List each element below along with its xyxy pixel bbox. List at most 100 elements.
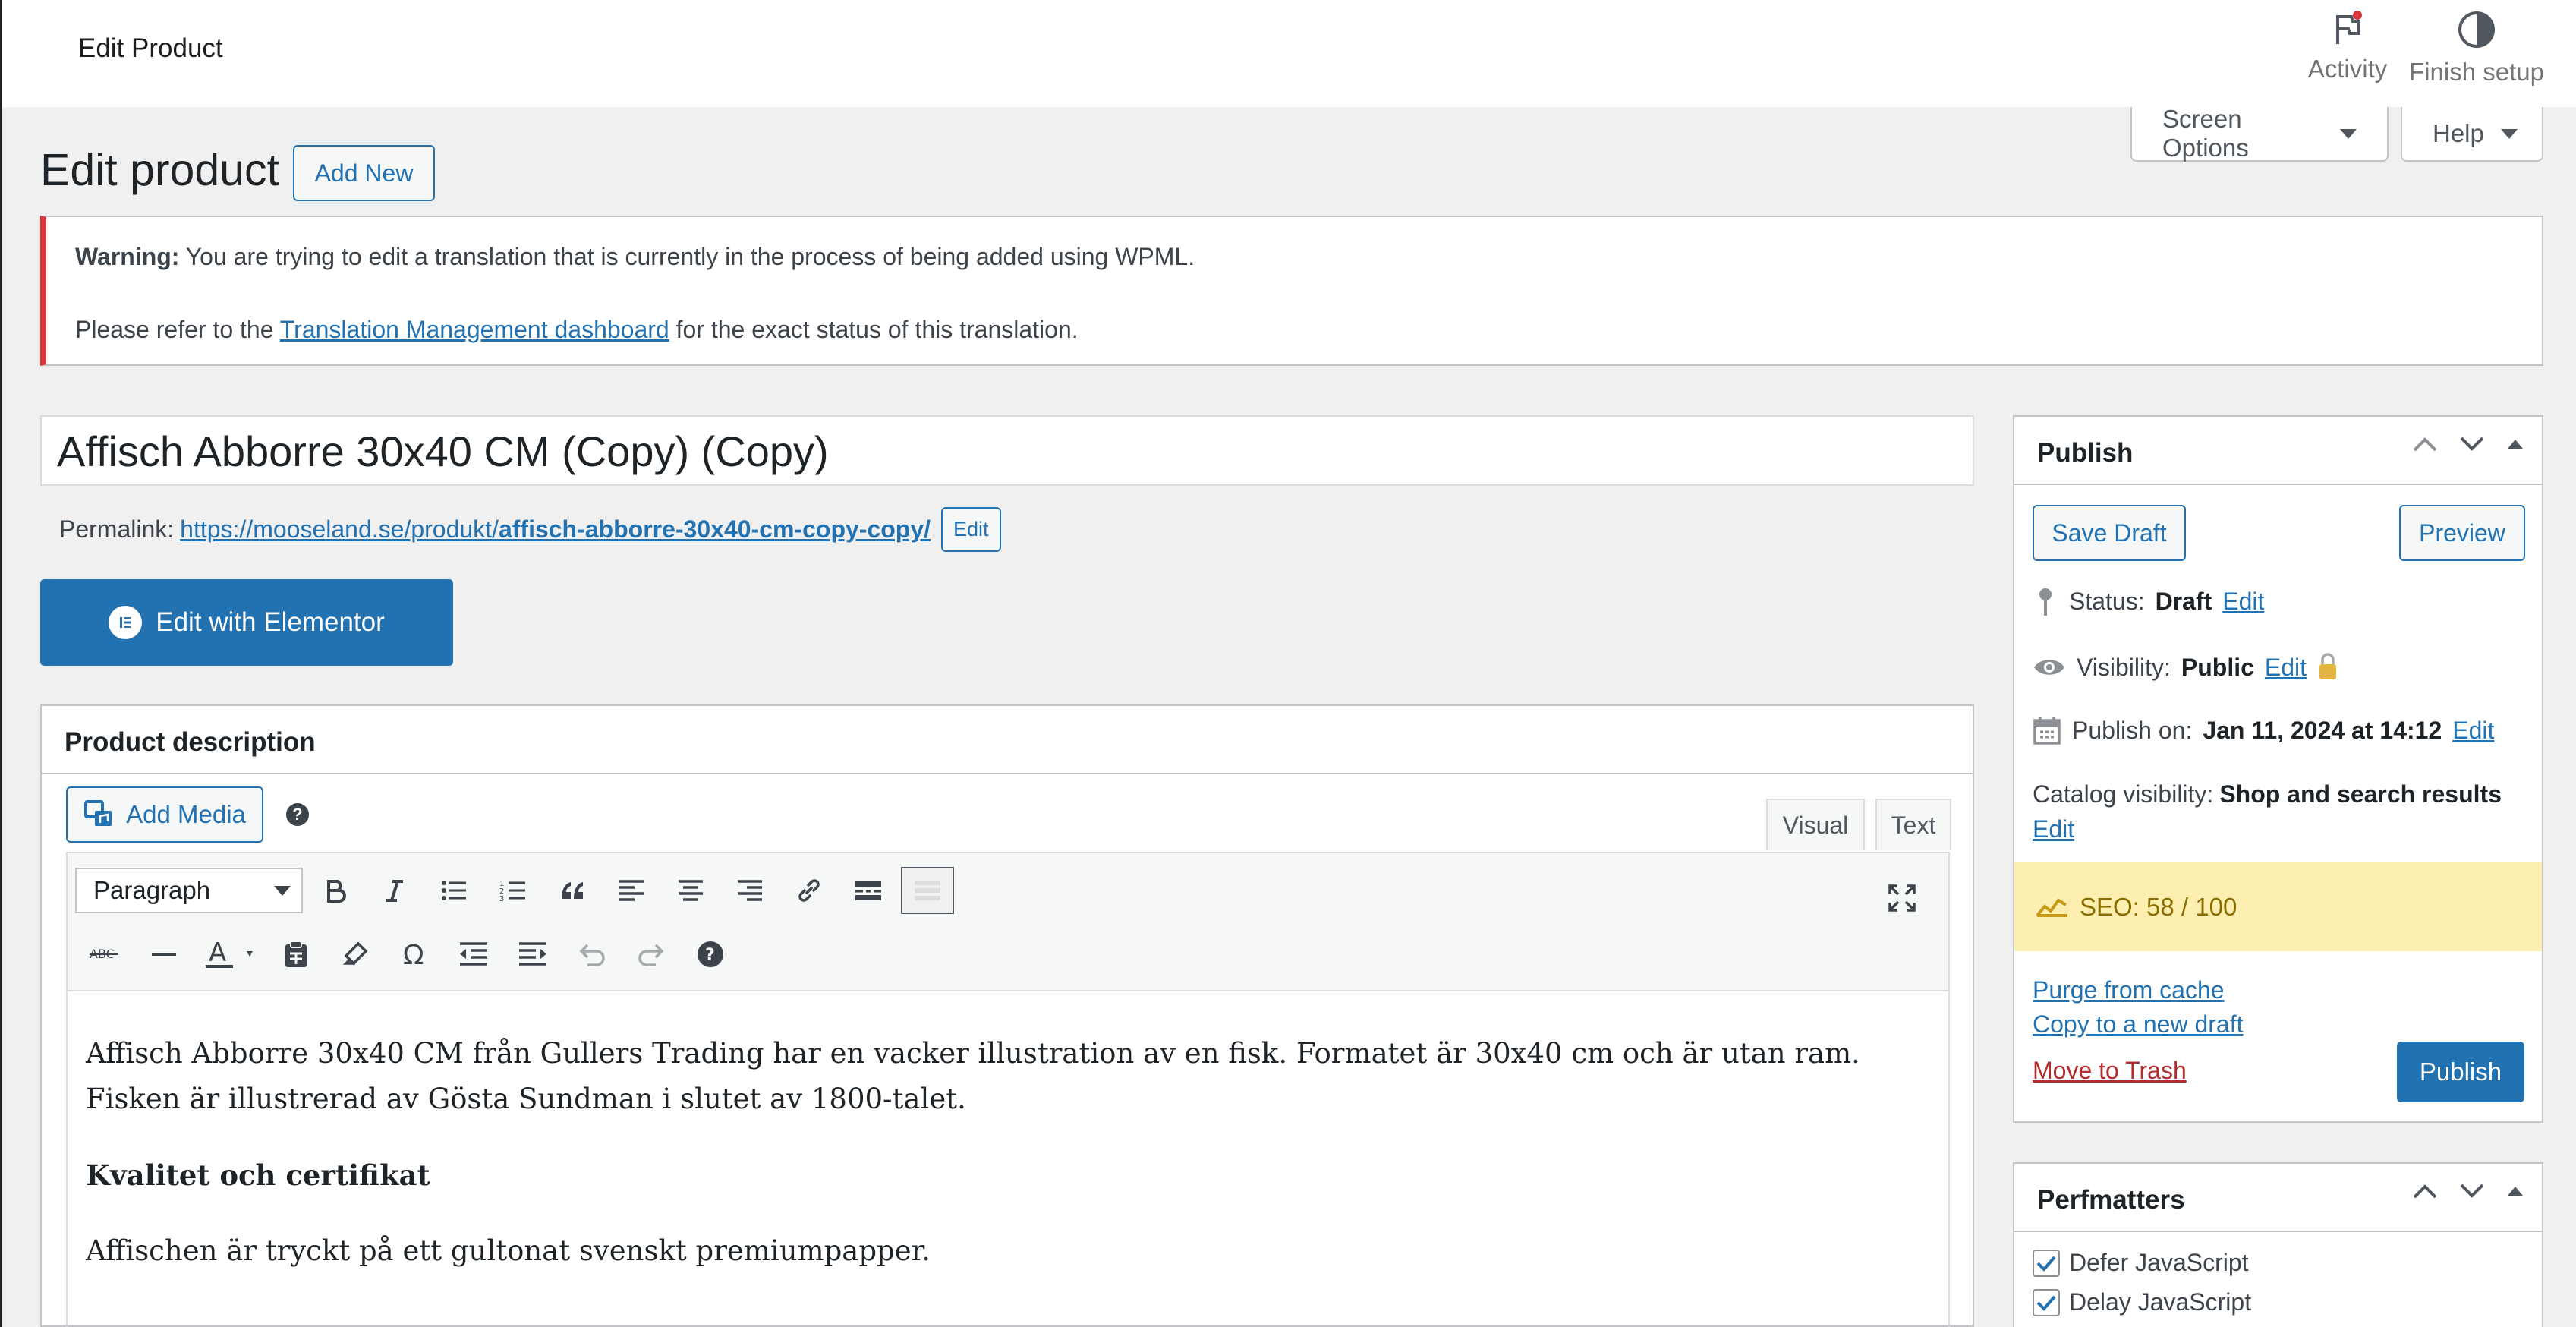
top-header: Edit Product Activity Finish setup (2, 0, 2576, 107)
chevron-up-icon[interactable] (2411, 435, 2439, 453)
caret-down-icon (2500, 128, 2518, 139)
warning-text: You are trying to edit a translation tha… (179, 243, 1195, 270)
visibility-value: Public (2181, 653, 2254, 681)
bold-icon[interactable] (306, 865, 365, 916)
read-more-icon[interactable] (839, 865, 898, 916)
edit-with-elementor-button[interactable]: Edit with Elementor (40, 579, 453, 666)
refer-line: Please refer to the Translation Manageme… (75, 313, 2513, 346)
elementor-icon (109, 606, 143, 639)
undo-icon[interactable] (562, 929, 622, 979)
bullet-list-icon[interactable] (424, 865, 483, 916)
text-color-icon[interactable]: A (194, 929, 266, 979)
media-icon (84, 800, 112, 826)
indent-icon[interactable] (503, 929, 562, 979)
permalink-label: Permalink: (59, 515, 175, 543)
svg-text:A: A (209, 939, 226, 968)
clear-formatting-icon[interactable] (326, 929, 385, 979)
svg-text:3: 3 (499, 895, 504, 903)
purge-cache-link[interactable]: Purge from cache (2033, 976, 2225, 1004)
help-icon[interactable]: ? (286, 803, 309, 826)
collapse-triangle-icon[interactable] (2505, 1184, 2525, 1199)
add-media-button[interactable]: Add Media (66, 786, 263, 843)
italic-icon[interactable] (365, 865, 424, 916)
move-to-trash-link[interactable]: Move to Trash (2033, 1057, 2187, 1085)
content-heading: Kvalitet och certifikat (86, 1158, 430, 1192)
paste-text-icon[interactable] (266, 929, 326, 979)
svg-text:Ω: Ω (403, 941, 424, 968)
toolbar-row-1: Paragraph 123 (75, 865, 954, 916)
fullscreen-icon[interactable] (1872, 873, 1932, 923)
chevron-down-icon[interactable] (2458, 435, 2486, 453)
publish-box-title: Publish (2037, 438, 2134, 468)
status-edit-link[interactable]: Edit (2222, 588, 2264, 616)
catalog-edit-link[interactable]: Edit (2033, 815, 2074, 843)
keyboard-help-icon[interactable]: ? (681, 929, 740, 979)
chevron-down-icon[interactable] (2458, 1182, 2486, 1200)
perfmatters-box: Perfmatters Defer JavaScript Delay JavaS… (2013, 1162, 2543, 1327)
toolbar-toggle-icon[interactable] (901, 867, 954, 914)
screen-options-label: Screen Options (2162, 105, 2249, 162)
align-right-icon[interactable] (720, 865, 779, 916)
preview-button[interactable]: Preview (2399, 505, 2525, 561)
content-paragraph: Affischen är tryckt på ett gultonat sven… (86, 1234, 931, 1267)
finish-setup-button[interactable]: Finish setup (2378, 9, 2575, 87)
screen-edge (0, 0, 2, 1327)
activity-label: Activity (2307, 55, 2388, 83)
permalink-edit-button[interactable]: Edit (941, 507, 1001, 552)
align-left-icon[interactable] (602, 865, 661, 916)
tab-text[interactable]: Text (1875, 799, 1951, 850)
tab-visual[interactable]: Visual (1766, 799, 1865, 850)
add-new-button[interactable]: Add New (293, 145, 435, 201)
elementor-label: Edit with Elementor (156, 607, 385, 637)
help-label: Help (2433, 119, 2484, 147)
save-draft-button[interactable]: Save Draft (2033, 505, 2186, 561)
copy-to-draft-link[interactable]: Copy to a new draft (2033, 1010, 2243, 1039)
editor-toolbar: Paragraph 123 ABC A Ω ? (68, 853, 1948, 991)
special-character-icon[interactable]: Ω (385, 929, 444, 979)
checkbox[interactable] (2033, 1249, 2060, 1277)
product-title-input[interactable]: Affisch Abborre 30x40 CM (Copy) (Copy) (40, 415, 1974, 486)
chevron-up-icon[interactable] (2411, 1182, 2439, 1200)
product-description-title: Product description (42, 706, 1973, 774)
publish-on-edit-link[interactable]: Edit (2452, 717, 2494, 745)
perfmatters-title: Perfmatters (2037, 1185, 2185, 1215)
numbered-list-icon[interactable]: 123 (483, 865, 543, 916)
eye-icon (2034, 660, 2064, 675)
publish-box: Publish Save Draft Preview Status: Draft… (2013, 415, 2543, 1123)
seo-score-bar[interactable]: SEO: 58 / 100 (2014, 862, 2542, 951)
collapse-triangle-icon[interactable] (2505, 437, 2525, 452)
permalink-base: https://mooseland.se/produkt/ (180, 515, 499, 543)
format-select[interactable]: Paragraph (75, 868, 303, 913)
caret-down-icon (274, 885, 291, 896)
screen-options-button[interactable]: Screen Options (2130, 105, 2389, 162)
lock-icon (2319, 653, 2337, 679)
translation-management-link[interactable]: Translation Management dashboard (280, 316, 669, 343)
seo-icon (2036, 897, 2067, 917)
checkbox[interactable] (2033, 1288, 2060, 1316)
permalink-link[interactable]: https://mooseland.se/produkt/affisch-abb… (180, 515, 931, 544)
help-button[interactable]: Help (2401, 107, 2543, 162)
caret-down-icon (2340, 128, 2357, 139)
add-media-label: Add Media (126, 800, 246, 828)
redo-icon[interactable] (622, 929, 681, 979)
warning-label: Warning: (75, 243, 180, 270)
toolbar-row-2: ABC A Ω ? (75, 929, 740, 979)
visibility-label: Visibility: (2077, 653, 2171, 681)
strikethrough-icon[interactable]: ABC (75, 929, 134, 979)
link-icon[interactable] (779, 865, 839, 916)
horizontal-line-icon[interactable] (134, 929, 194, 979)
align-center-icon[interactable] (661, 865, 720, 916)
publish-button[interactable]: Publish (2397, 1042, 2524, 1102)
visibility-edit-link[interactable]: Edit (2265, 654, 2307, 682)
half-circle-icon (2458, 11, 2495, 48)
blockquote-icon[interactable] (543, 865, 602, 916)
checkmark-icon (2036, 1295, 2056, 1311)
outdent-icon[interactable] (444, 929, 503, 979)
page-title: Edit product (40, 145, 279, 195)
content-paragraph: Affisch Abborre 30x40 CM från Gullers Tr… (86, 1037, 1860, 1115)
editor-content[interactable]: Affisch Abborre 30x40 CM från Gullers Tr… (68, 991, 1948, 1327)
warning-line: Warning: You are trying to edit a transl… (75, 240, 2513, 273)
perfmatters-option: Delay JavaScript (2033, 1288, 2251, 1316)
option-label: Defer JavaScript (2069, 1249, 2249, 1276)
catalog-visibility-row: Catalog visibility: Shop and search resu… (2033, 780, 2502, 808)
